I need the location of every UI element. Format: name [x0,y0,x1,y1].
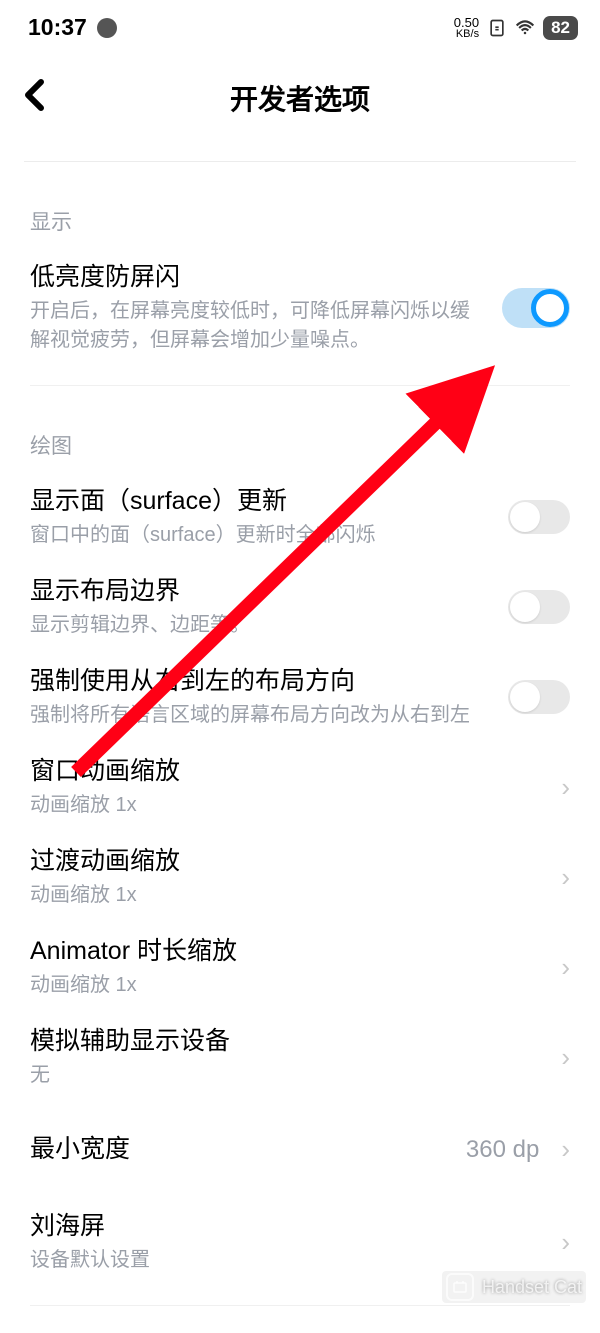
compass-icon [97,18,117,38]
battery-indicator: 82 [543,16,578,40]
row-title: 过渡动画缩放 [30,844,547,879]
row-sub: 强制将所有语言区域的屏幕布局方向改为从右到左 [30,701,494,730]
row-min-width[interactable]: 最小宽度 360 dp › [0,1120,600,1179]
page-header: 开发者选项 [0,49,600,137]
row-anti-flicker[interactable]: 低亮度防屏闪 开启后，在屏幕亮度较低时，可降低屏幕闪烁以缓解视觉疲劳，但屏幕会增… [0,248,600,367]
row-surface-update[interactable]: 显示面（surface）更新 窗口中的面（surface）更新时全部闪烁 [0,472,600,562]
page-title: 开发者选项 [230,78,370,118]
row-sub: 动画缩放 1x [30,791,547,820]
section-label-display: 显示 [0,162,600,248]
row-title: 显示面（surface）更新 [30,484,494,519]
watermark: Handset Cat [442,1271,586,1303]
status-right: 0.50 KB/s 82 [454,16,578,40]
row-sub: 窗口中的面（surface）更新时全部闪烁 [30,521,494,550]
sim-icon [487,18,507,38]
chevron-right-icon: › [561,862,570,893]
row-value: 360 dp [466,1136,539,1164]
row-title: 显示布局边界 [30,574,494,609]
chevron-right-icon: › [561,952,570,983]
watermark-icon [446,1273,474,1301]
row-sub: 开启后，在屏幕亮度较低时，可降低屏幕闪烁以缓解视觉疲劳，但屏幕会增加少量噪点。 [30,297,488,355]
section-label-draw: 绘图 [0,386,600,472]
row-sub: 无 [30,1061,547,1090]
row-sub: 动画缩放 1x [30,881,547,910]
row-secondary-display[interactable]: 模拟辅助显示设备 无 › [0,1012,600,1102]
wifi-icon [515,18,535,38]
chevron-right-icon: › [561,1134,570,1165]
row-sub: 显示剪辑边界、边距等。 [30,611,494,640]
row-title: 最小宽度 [30,1132,452,1167]
row-title: Animator 时长缩放 [30,934,547,969]
row-layout-bounds[interactable]: 显示布局边界 显示剪辑边界、边距等。 [0,562,600,652]
status-left: 10:37 [28,14,117,41]
chevron-right-icon: › [561,1042,570,1073]
status-bar: 10:37 0.50 KB/s 82 [0,0,600,49]
row-title: 低亮度防屏闪 [30,260,488,295]
row-title: 刘海屏 [30,1209,547,1244]
chevron-right-icon: › [561,772,570,803]
toggle-rtl[interactable] [508,680,570,714]
row-title: 窗口动画缩放 [30,754,547,789]
data-speed: 0.50 KB/s [454,16,479,40]
row-sub: 动画缩放 1x [30,971,547,1000]
row-window-animation[interactable]: 窗口动画缩放 动画缩放 1x › [0,742,600,832]
toggle-layout-bounds[interactable] [508,590,570,624]
row-transition-animation[interactable]: 过渡动画缩放 动画缩放 1x › [0,832,600,922]
status-time: 10:37 [28,14,87,41]
row-title: 强制使用从右到左的布局方向 [30,664,494,699]
toggle-anti-flicker[interactable] [502,288,570,328]
row-animator-duration[interactable]: Animator 时长缩放 动画缩放 1x › [0,922,600,1012]
watermark-text: Handset Cat [482,1277,582,1298]
chevron-right-icon: › [561,1227,570,1258]
row-rtl[interactable]: 强制使用从右到左的布局方向 强制将所有语言区域的屏幕布局方向改为从右到左 [0,652,600,742]
back-icon[interactable] [24,79,64,117]
divider [30,1305,570,1306]
toggle-surface-update[interactable] [508,500,570,534]
row-title: 模拟辅助显示设备 [30,1024,547,1059]
